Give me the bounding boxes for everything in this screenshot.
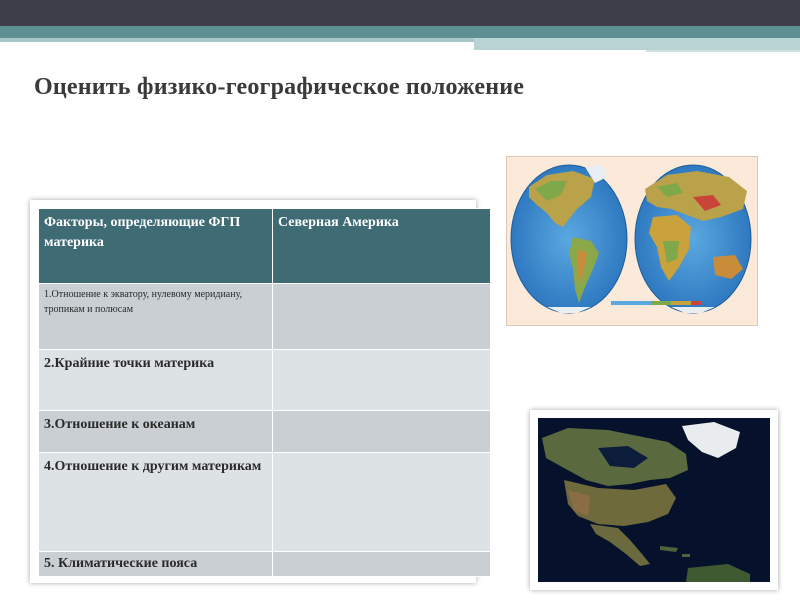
- north-america-photo: [538, 418, 770, 582]
- slide-title: Оценить физико-географическое положение: [34, 74, 525, 100]
- header-bar: [0, 0, 800, 26]
- table-row: 5. Климатические пояса: [38, 551, 491, 577]
- header-stripe-light: [0, 38, 474, 42]
- map-legend-ocean: [611, 301, 651, 305]
- map-legend-mountain: [691, 301, 701, 305]
- header-stripe: [0, 26, 800, 38]
- factor-cell: 2.Крайние точки материка: [38, 349, 273, 411]
- caribbean-island-small: [682, 554, 690, 557]
- map-legend-lowland: [651, 301, 671, 305]
- table-row: 3.Отношение к океанам: [38, 410, 491, 453]
- factor-cell: 4.Отношение к другим материкам: [38, 452, 273, 552]
- factor-cell: 1.Отношение к экватору, нулевому меридиа…: [38, 283, 273, 350]
- factor-cell: 3.Отношение к океанам: [38, 410, 273, 453]
- value-cell[interactable]: [272, 410, 491, 453]
- table-row: 1.Отношение к экватору, нулевому меридиа…: [38, 283, 491, 350]
- hemispheres-map-graphic: [510, 164, 752, 314]
- factor-cell: 5. Климатические пояса: [38, 551, 273, 577]
- north-america-photo-graphic: [538, 418, 770, 582]
- header-north-america: Северная Америка: [272, 208, 491, 284]
- value-cell[interactable]: [272, 283, 491, 350]
- map-legend-highland: [671, 301, 691, 305]
- value-cell[interactable]: [272, 349, 491, 411]
- header-line: [646, 50, 800, 52]
- fgp-table-card: Факторы, определяющие ФГП материка Север…: [30, 200, 491, 583]
- value-cell[interactable]: [272, 551, 491, 577]
- fgp-table: Факторы, определяющие ФГП материка Север…: [38, 208, 491, 577]
- north-america-photo-frame: [530, 410, 778, 590]
- hemispheres-map: [506, 156, 758, 326]
- header-factors: Факторы, определяющие ФГП материка: [38, 208, 273, 284]
- table-row: 4.Отношение к другим материкам: [38, 452, 491, 552]
- value-cell[interactable]: [272, 452, 491, 552]
- table-row: 2.Крайние точки материка: [38, 349, 491, 411]
- header-stripe-right: [474, 38, 800, 50]
